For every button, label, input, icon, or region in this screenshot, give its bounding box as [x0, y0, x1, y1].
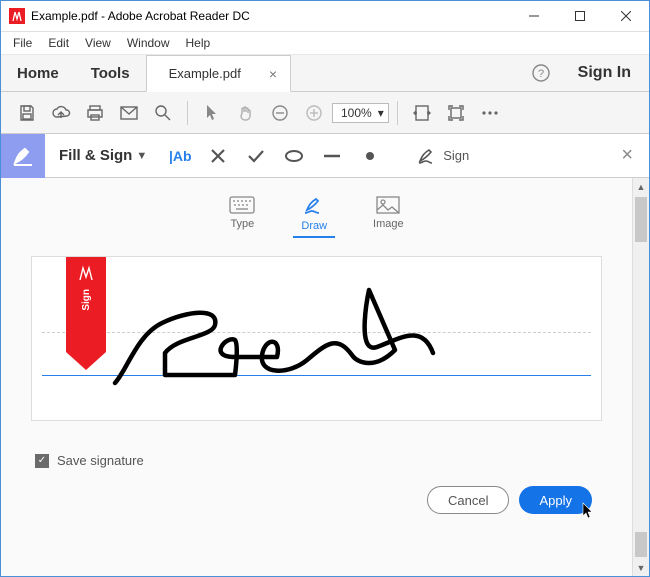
- fill-sign-dropdown-icon[interactable]: ▼: [136, 150, 147, 162]
- sign-button[interactable]: Sign: [409, 147, 477, 165]
- print-icon[interactable]: [79, 97, 111, 129]
- dot-button[interactable]: [353, 139, 387, 173]
- menubar: File Edit View Window Help: [1, 32, 649, 54]
- save-signature-label: Save signature: [57, 453, 144, 468]
- circle-button[interactable]: [277, 139, 311, 173]
- mouse-cursor: [582, 502, 596, 520]
- x-mark-button[interactable]: [201, 139, 235, 173]
- dialog-buttons: Cancel Apply: [31, 468, 602, 532]
- draw-icon: [303, 196, 325, 216]
- mode-type-label: Type: [230, 218, 254, 230]
- fill-sign-toolbar: Fill & Sign ▼ |Ab Sign ×: [1, 134, 649, 178]
- add-text-button[interactable]: |Ab: [163, 139, 197, 173]
- mode-type[interactable]: Type: [221, 192, 263, 238]
- scroll-down-icon[interactable]: ▼: [633, 559, 649, 576]
- close-panel-icon[interactable]: ×: [617, 144, 637, 167]
- signature-mode-tabs: Type Draw Image: [31, 178, 602, 246]
- svg-text:?: ?: [538, 68, 544, 80]
- more-icon[interactable]: [474, 97, 506, 129]
- zoom-select[interactable]: 100% ▾: [332, 103, 389, 123]
- sign-in-button[interactable]: Sign In: [560, 55, 649, 91]
- sign-here-label: Sign: [81, 289, 92, 311]
- zoom-value: 100%: [341, 106, 372, 120]
- menu-file[interactable]: File: [5, 34, 40, 52]
- cloud-icon[interactable]: [45, 97, 77, 129]
- zoom-in-icon[interactable]: [298, 97, 330, 129]
- scroll-thumb[interactable]: [635, 197, 647, 242]
- tab-home[interactable]: Home: [1, 55, 75, 91]
- drawn-signature: [107, 275, 477, 395]
- close-button[interactable]: [603, 1, 649, 31]
- cancel-button[interactable]: Cancel: [427, 486, 509, 514]
- window-title: Example.pdf - Adobe Acrobat Reader DC: [31, 9, 511, 23]
- signature-canvas[interactable]: Sign: [31, 256, 602, 421]
- scroll-thumb-2[interactable]: [635, 532, 647, 557]
- main-toolbar: 100% ▾: [1, 92, 649, 134]
- menu-edit[interactable]: Edit: [40, 34, 77, 52]
- sign-here-tag: Sign: [66, 257, 106, 352]
- menu-view[interactable]: View: [77, 34, 119, 52]
- maximize-button[interactable]: [557, 1, 603, 31]
- vertical-scrollbar[interactable]: ▲ ▼: [632, 178, 649, 576]
- checkmark-button[interactable]: [239, 139, 273, 173]
- fill-sign-icon: [1, 134, 45, 178]
- tab-row: Home Tools Example.pdf × ? Sign In: [1, 54, 649, 92]
- mode-draw[interactable]: Draw: [293, 192, 335, 238]
- zoom-out-icon[interactable]: [264, 97, 296, 129]
- hand-icon[interactable]: [230, 97, 262, 129]
- fit-page-icon[interactable]: [440, 97, 472, 129]
- mode-image[interactable]: Image: [365, 192, 412, 238]
- scroll-up-icon[interactable]: ▲: [633, 178, 649, 195]
- search-icon[interactable]: [147, 97, 179, 129]
- sign-button-label: Sign: [443, 148, 469, 163]
- save-icon[interactable]: [11, 97, 43, 129]
- pointer-icon[interactable]: [196, 97, 228, 129]
- fill-sign-label: Fill & Sign: [45, 147, 136, 164]
- minimize-button[interactable]: [511, 1, 557, 31]
- mail-icon[interactable]: [113, 97, 145, 129]
- save-signature-row: ✓ Save signature: [31, 421, 602, 468]
- chevron-down-icon: ▾: [378, 106, 384, 120]
- mode-draw-label: Draw: [301, 220, 327, 232]
- app-icon: [9, 8, 25, 24]
- signature-pen-icon: [417, 147, 437, 165]
- titlebar: Example.pdf - Adobe Acrobat Reader DC: [1, 1, 649, 32]
- content-area: Type Draw Image Sign ✓ Save s: [1, 178, 649, 576]
- menu-window[interactable]: Window: [119, 34, 178, 52]
- tab-tools[interactable]: Tools: [75, 55, 146, 91]
- keyboard-icon: [229, 196, 255, 214]
- acrobat-logo-icon: [77, 265, 95, 283]
- tab-close-icon[interactable]: ×: [269, 66, 277, 82]
- tab-document-label: Example.pdf: [169, 66, 241, 81]
- signature-panel: Type Draw Image Sign ✓ Save s: [1, 178, 632, 576]
- help-icon[interactable]: ?: [522, 55, 560, 91]
- menu-help[interactable]: Help: [178, 34, 219, 52]
- save-signature-checkbox[interactable]: ✓: [35, 454, 49, 468]
- fit-width-icon[interactable]: [406, 97, 438, 129]
- mode-image-label: Image: [373, 218, 404, 230]
- image-icon: [376, 196, 400, 214]
- line-button[interactable]: [315, 139, 349, 173]
- tab-document[interactable]: Example.pdf ×: [146, 55, 291, 92]
